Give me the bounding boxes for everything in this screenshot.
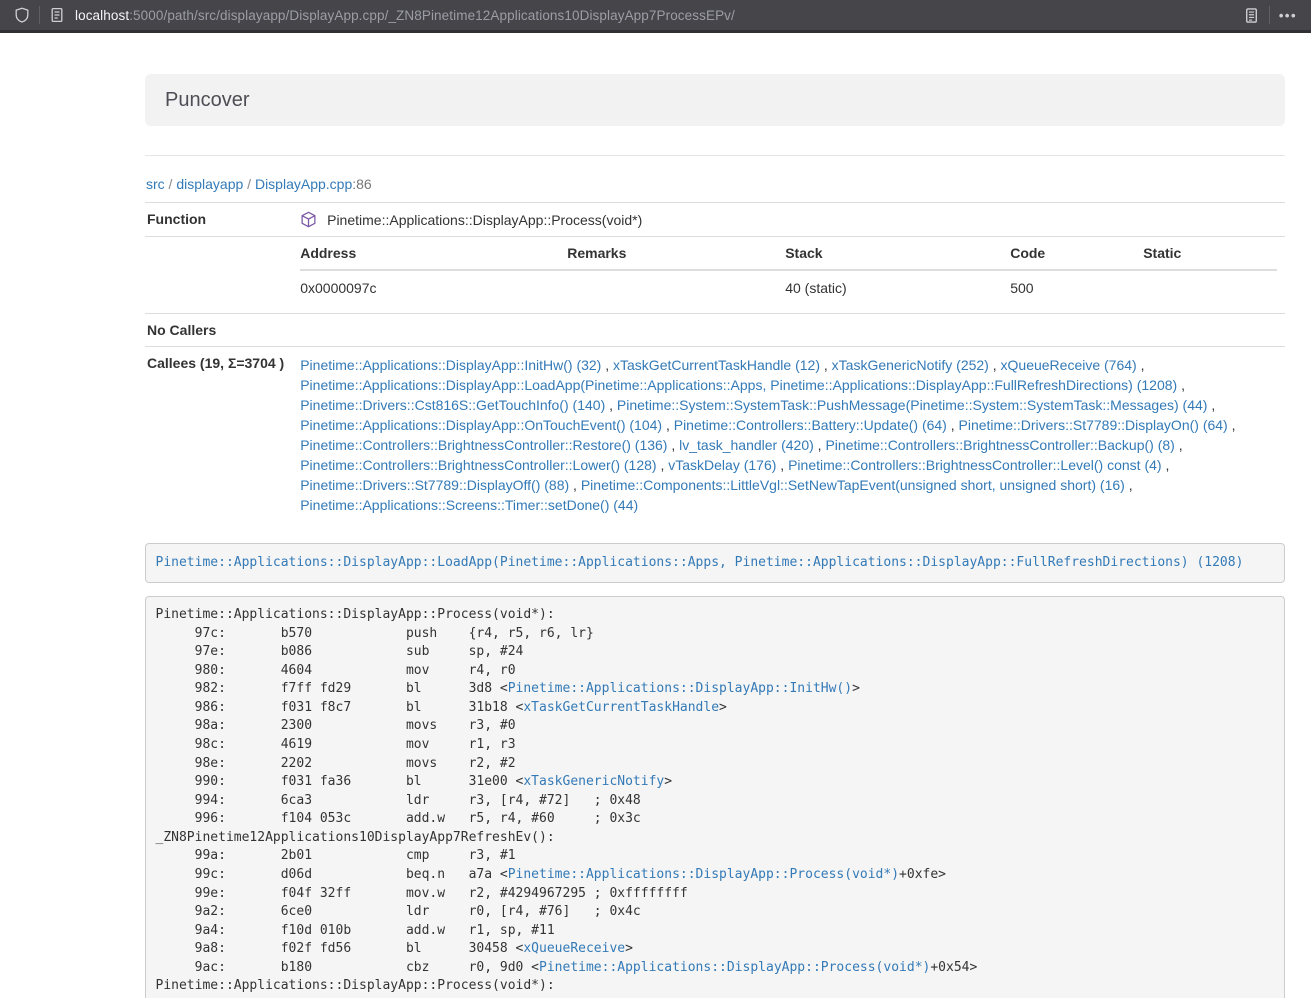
- breadcrumb-link[interactable]: DisplayApp.cpp: [255, 176, 352, 192]
- callee-link[interactable]: Pinetime::Controllers::BrightnessControl…: [788, 457, 1161, 473]
- toolbar-separator: [39, 6, 40, 24]
- disasm-symbol-link[interactable]: xTaskGenericNotify: [523, 774, 664, 789]
- callee-link[interactable]: xQueueReceive (764): [1001, 357, 1137, 373]
- callee-link[interactable]: Pinetime::Controllers::BrightnessControl…: [825, 437, 1174, 453]
- page-content: Puncover src / displayapp / DisplayApp.c…: [145, 74, 1285, 998]
- callee-link[interactable]: Pinetime::Drivers::St7789::DisplayOff() …: [300, 477, 569, 493]
- no-callers-label: No Callers: [145, 314, 292, 347]
- callee-link[interactable]: Pinetime::Drivers::St7789::DisplayOn() (…: [959, 417, 1228, 433]
- function-row: Function Pinetime::Applications::Display…: [145, 203, 1285, 237]
- stats-row-container: AddressRemarksStackCodeStatic 0x0000097c…: [145, 237, 1285, 314]
- callee-link[interactable]: Pinetime::Applications::Screens::Timer::…: [300, 497, 638, 513]
- callee-link[interactable]: vTaskDelay (176): [668, 457, 776, 473]
- callee-link[interactable]: Pinetime::Controllers::BrightnessControl…: [300, 437, 667, 453]
- menu-dots-icon[interactable]: •••: [1279, 8, 1297, 23]
- url-host: localhost: [75, 8, 129, 23]
- toolbar-separator: [1269, 6, 1270, 24]
- function-name: Pinetime::Applications::DisplayApp::Proc…: [327, 212, 642, 228]
- column-header-static: Static: [1143, 245, 1277, 270]
- loadapp-highlight-box: Pinetime::Applications::DisplayApp::Load…: [145, 543, 1285, 583]
- function-label: Function: [145, 203, 292, 237]
- callee-link[interactable]: Pinetime::Applications::DisplayApp::OnTo…: [300, 417, 662, 433]
- breadcrumb: src / displayapp / DisplayApp.cpp:86: [146, 176, 1285, 192]
- callee-link[interactable]: Pinetime::Drivers::Cst816S::GetTouchInfo…: [300, 397, 605, 413]
- no-callers-row: No Callers: [145, 314, 1285, 347]
- callee-link[interactable]: Pinetime::Components::LittleVgl::SetNewT…: [581, 477, 1125, 493]
- stats-header-row: AddressRemarksStackCodeStatic: [300, 245, 1277, 270]
- disassembly-code: Pinetime::Applications::DisplayApp::Proc…: [145, 596, 1285, 998]
- page-icon[interactable]: [49, 7, 65, 23]
- stat-value: 40 (static): [785, 270, 1010, 305]
- stat-value: [567, 270, 785, 305]
- shield-icon[interactable]: [14, 7, 30, 23]
- callee-link[interactable]: Pinetime::Applications::DisplayApp::Load…: [300, 377, 1177, 393]
- callee-link[interactable]: lv_task_handler (420): [679, 437, 814, 453]
- stat-value: [1143, 270, 1277, 305]
- disasm-symbol-link[interactable]: xQueueReceive: [523, 941, 625, 956]
- stats-data-row: 0x0000097c 40 (static)500: [300, 270, 1277, 305]
- package-icon: [300, 211, 317, 228]
- divider: [145, 155, 1285, 156]
- no-callers-empty-cell: [292, 314, 1285, 347]
- disasm-symbol-link[interactable]: Pinetime::Applications::DisplayApp::Init…: [508, 681, 852, 696]
- page-title: Puncover: [165, 89, 250, 111]
- browser-toolbar: localhost:5000/path/src/displayapp/Displ…: [0, 0, 1311, 33]
- breadcrumb-link[interactable]: src: [146, 176, 165, 192]
- loadapp-link[interactable]: Pinetime::Applications::DisplayApp::Load…: [156, 555, 1244, 570]
- app-header: Puncover: [145, 74, 1285, 126]
- stats-table: AddressRemarksStackCodeStatic 0x0000097c…: [300, 245, 1277, 305]
- callee-link[interactable]: Pinetime::Controllers::BrightnessControl…: [300, 457, 656, 473]
- breadcrumb-link[interactable]: displayapp: [176, 176, 243, 192]
- column-header-address: Address: [300, 245, 567, 270]
- callees-list: Pinetime::Applications::DisplayApp::Init…: [292, 347, 1285, 524]
- callee-link[interactable]: Pinetime::Controllers::Battery::Update()…: [674, 417, 947, 433]
- breadcrumb-line-number: :86: [352, 176, 371, 192]
- disasm-symbol-link[interactable]: Pinetime::Applications::DisplayApp::Proc…: [539, 960, 930, 975]
- callees-label: Callees (19, Σ=3704 ): [145, 347, 292, 524]
- stats-row-label-empty: [145, 237, 292, 314]
- stat-value: 0x0000097c: [300, 270, 567, 305]
- callee-link[interactable]: xTaskGenericNotify (252): [832, 357, 989, 373]
- column-header-stack: Stack: [785, 245, 1010, 270]
- disasm-symbol-link[interactable]: Pinetime::Applications::DisplayApp::Proc…: [508, 867, 899, 882]
- column-header-code: Code: [1010, 245, 1143, 270]
- url-path: :5000/path/src/displayapp/DisplayApp.cpp…: [129, 8, 735, 23]
- callees-row: Callees (19, Σ=3704 ) Pinetime::Applicat…: [145, 347, 1285, 524]
- callee-link[interactable]: Pinetime::Applications::DisplayApp::Init…: [300, 357, 601, 373]
- callee-link[interactable]: xTaskGetCurrentTaskHandle (12): [613, 357, 820, 373]
- reader-view-icon[interactable]: [1243, 7, 1260, 24]
- column-header-remarks: Remarks: [567, 245, 785, 270]
- callee-link[interactable]: Pinetime::System::SystemTask::PushMessag…: [617, 397, 1208, 413]
- stat-value: 500: [1010, 270, 1143, 305]
- function-table: Function Pinetime::Applications::Display…: [145, 202, 1285, 523]
- disasm-symbol-link[interactable]: xTaskGetCurrentTaskHandle: [523, 700, 719, 715]
- address-bar[interactable]: localhost:5000/path/src/displayapp/Displ…: [75, 8, 1233, 23]
